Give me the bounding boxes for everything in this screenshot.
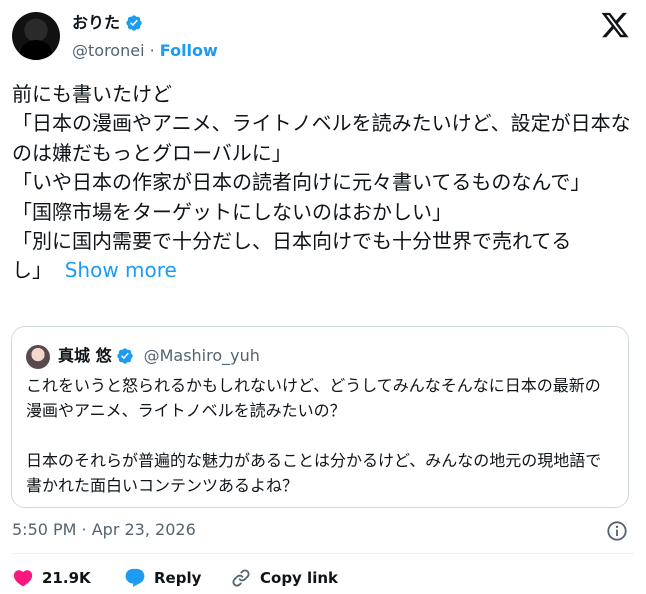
verified-badge-icon [126,15,142,31]
follow-button[interactable]: Follow [160,41,218,60]
copy-link-button[interactable]: Copy link [230,566,338,590]
author-avatar[interactable] [12,12,60,60]
verified-badge-icon [116,348,133,364]
tweet-text: 前にも書いたけど 「日本の漫画やアニメ、ライトノベルを読みたいけど、設定が日本な… [12,80,634,286]
author-name-row[interactable]: おりた [72,12,143,34]
show-more-link[interactable]: Show more [65,258,177,282]
author-handle-row: @toronei · Follow [72,40,218,62]
heart-icon [13,570,33,587]
quote-author-avatar [26,345,50,369]
reply-button[interactable]: Reply [124,566,201,590]
like-count: 21.9K [42,569,91,587]
link-icon [232,569,250,587]
like-button[interactable]: 21.9K [12,566,91,590]
author-handle[interactable]: @toronei [72,41,145,60]
reply-bubble-icon [125,568,145,587]
reply-label: Reply [154,569,202,587]
quote-author-handle: @Mashiro_yuh [143,346,260,365]
info-icon[interactable] [606,520,628,542]
x-logo-icon[interactable] [600,10,630,40]
quote-text: これをいうと怒られるかもしれないけど、どうしてみんなそんなに日本の最新の漫画やア… [26,376,602,495]
divider [12,553,634,554]
tweet-body: 前にも書いたけど 「日本の漫画やアニメ、ライトノベルを読みたいけど、設定が日本な… [12,82,631,283]
quote-author-row: 真城 悠 @Mashiro_yuh [58,345,260,367]
quote-author-name: 真城 悠 [58,346,112,365]
author-name[interactable]: おりた [72,12,120,34]
separator-dot: · [149,41,155,60]
quoted-tweet[interactable]: 真城 悠 @Mashiro_yuh これをいうと怒られるかもしれないけど、どうし… [11,326,629,508]
copy-link-label: Copy link [260,569,338,587]
tweet-timestamp[interactable]: 5:50 PM · Apr 23, 2026 [12,519,196,541]
